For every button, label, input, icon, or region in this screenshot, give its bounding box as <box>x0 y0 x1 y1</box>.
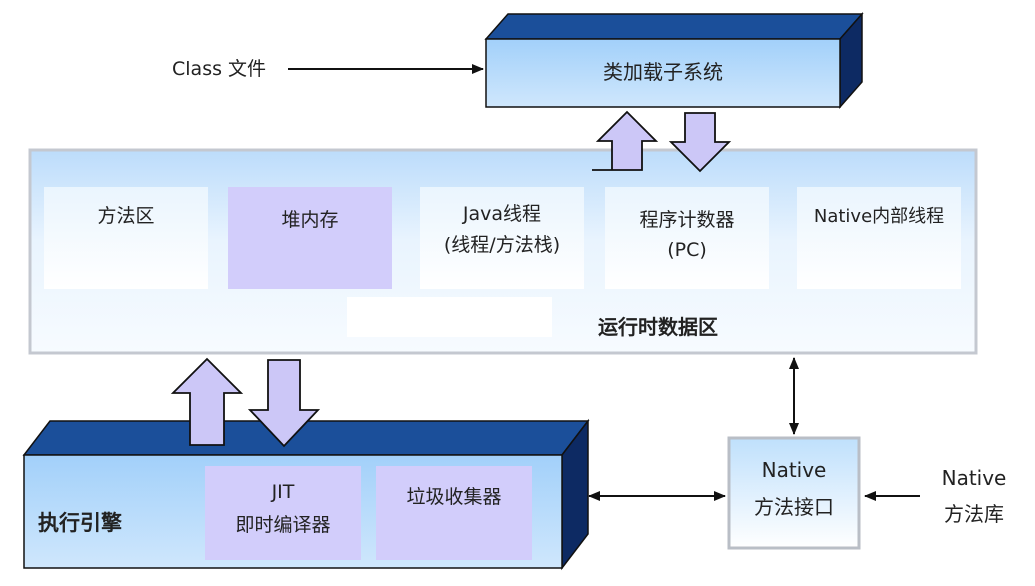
method-area-label: 方法区 <box>97 205 155 227</box>
jit-sub: 即时编译器 <box>235 514 331 537</box>
native-thread-cell: Native内部线程 <box>797 187 961 289</box>
native-thread-label: Native内部线程 <box>813 206 945 227</box>
native-library-label: Native 方法库 <box>924 460 1024 532</box>
pc-register-cell: 程序计数器 (PC) <box>605 187 769 289</box>
native-interface-line1: Native <box>761 458 827 482</box>
java-thread-label: Java线程 <box>462 203 542 225</box>
class-file-label: Class 文件 <box>172 58 267 80</box>
jit-label: JIT <box>271 481 295 503</box>
heap-label: 堆内存 <box>281 209 339 231</box>
native-library-line1: Native <box>941 466 1007 490</box>
runtime-area-highlight <box>347 297 552 337</box>
pc-register-label: 程序计数器 <box>639 209 735 231</box>
native-library-line2: 方法库 <box>944 502 1004 526</box>
garbage-collector-cell: 垃圾收集器 <box>376 466 532 560</box>
heap-cell: 堆内存 <box>228 187 392 289</box>
native-interface-line2: 方法接口 <box>754 495 834 519</box>
gc-label: 垃圾收集器 <box>406 486 502 508</box>
method-area-cell: 方法区 <box>44 187 208 289</box>
execution-engine-title: 执行引擎 <box>38 511 122 535</box>
pc-register-sub: (PC) <box>667 239 707 262</box>
class-loader-label: 类加载子系统 <box>603 60 723 84</box>
java-thread-cell: Java线程 (线程/方法栈) <box>420 187 584 289</box>
runtime-area-title: 运行时数据区 <box>598 315 718 339</box>
jit-compiler-cell: JIT 即时编译器 <box>205 466 361 560</box>
native-interface-label: Native 方法接口 <box>729 452 859 526</box>
jvm-architecture-diagram: Class 文件 类加载子系统 方法区 堆内存 Java线程 (线程/方法栈) … <box>0 0 1035 586</box>
java-thread-sub: (线程/方法栈) <box>443 234 561 257</box>
